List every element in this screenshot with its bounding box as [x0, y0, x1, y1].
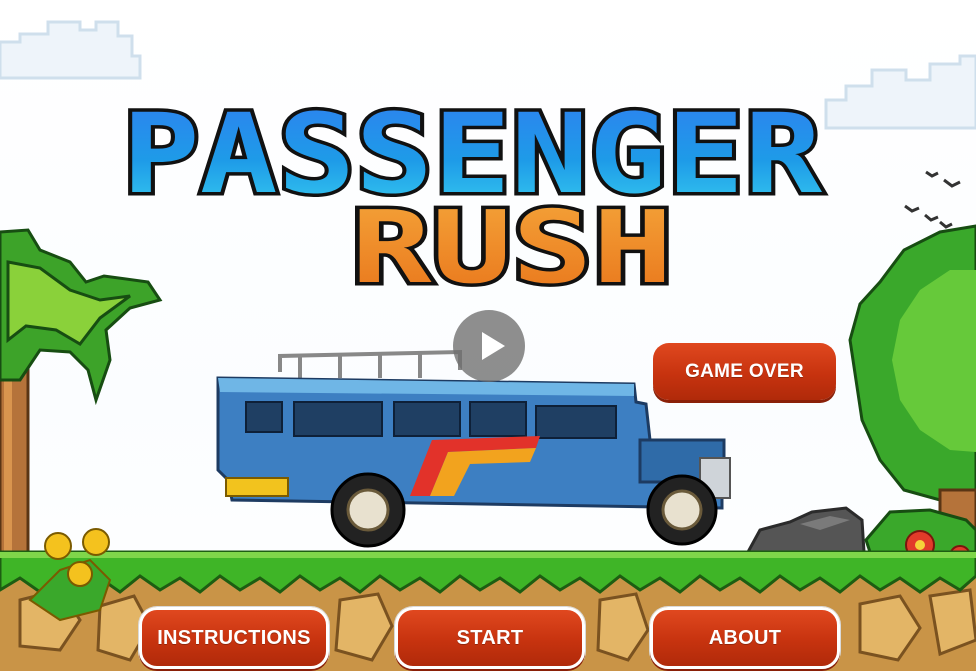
jeepney-bumper	[225, 477, 289, 497]
instructions-button[interactable]: INSTRUCTIONS	[139, 607, 329, 669]
wheel-front	[646, 474, 718, 546]
about-button[interactable]: ABOUT	[650, 607, 840, 669]
start-button[interactable]: START	[395, 607, 585, 669]
play-icon	[482, 332, 505, 360]
play-button[interactable]	[453, 310, 525, 382]
game-over-button[interactable]: GAME OVER	[653, 343, 836, 400]
roof-rack	[278, 349, 462, 378]
jeepney-windows	[245, 401, 617, 439]
wheel-rear	[330, 472, 406, 548]
game-scene: PASSENGER RUSH GAME OVER INSTRUCTIONS ST…	[0, 0, 976, 671]
